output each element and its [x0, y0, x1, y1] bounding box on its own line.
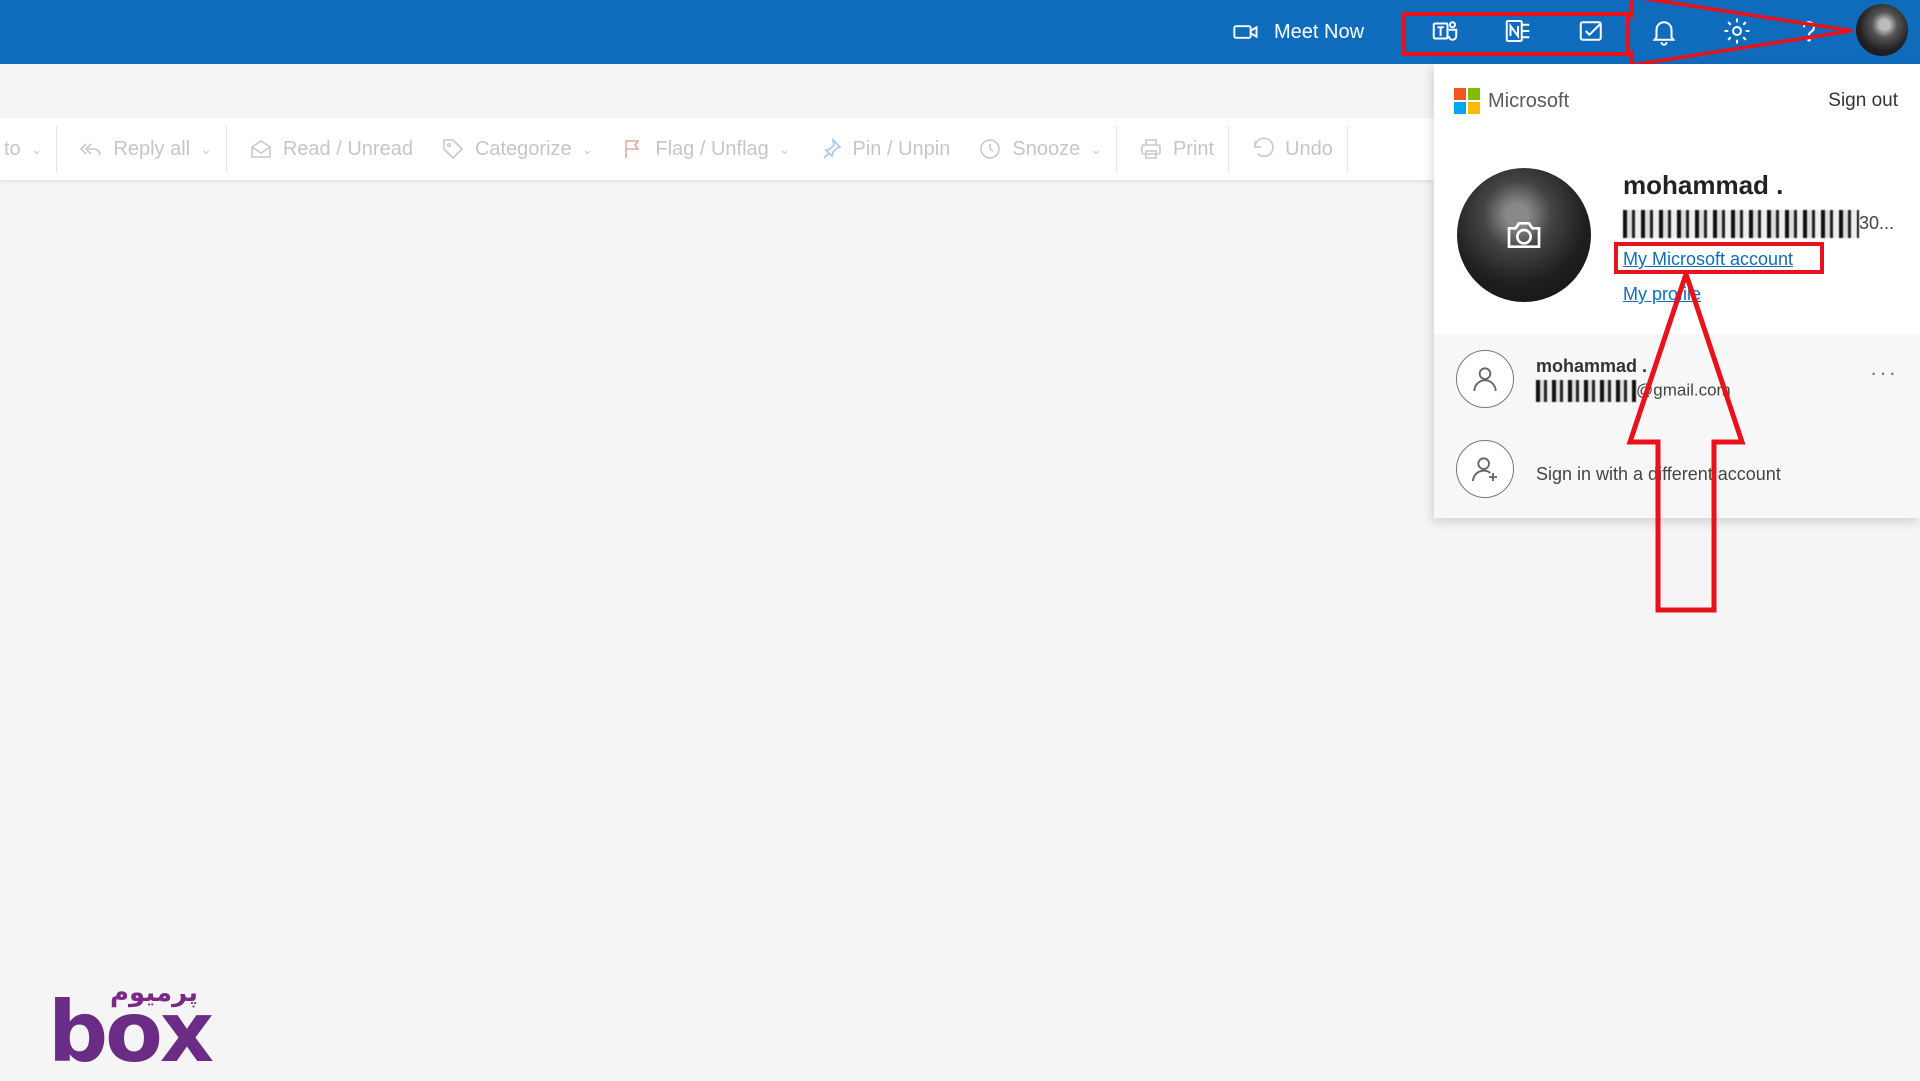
- annotation-arrow-up: [1626, 270, 1746, 613]
- undo-icon: [1254, 137, 1274, 158]
- toolbar-item-to[interactable]: to ⌄: [0, 118, 56, 180]
- reply-all-button[interactable]: Reply all ⌄: [57, 118, 225, 180]
- person-add-icon: [1472, 457, 1497, 482]
- chevron-down-icon: ⌄: [581, 140, 594, 157]
- redacted-scribble: [1536, 380, 1636, 402]
- account-avatar-button[interactable]: [1856, 4, 1908, 56]
- meet-now-button[interactable]: Meet Now: [1232, 0, 1364, 64]
- envelope-icon: [251, 140, 271, 158]
- add-account-avatar: [1456, 440, 1514, 498]
- print-button[interactable]: Print: [1117, 118, 1228, 180]
- print-icon: [1141, 139, 1161, 159]
- camera-icon: [1507, 222, 1541, 248]
- annotation-box-header: [1402, 12, 1630, 56]
- command-toolbar: to ⌄ Reply all ⌄ Read / Unread Categoriz…: [0, 118, 1434, 180]
- sign-out-button[interactable]: Sign out: [1828, 90, 1898, 112]
- chevron-down-icon: ⌄: [30, 140, 43, 157]
- flag-unflag-button[interactable]: Flag / Unflag ⌄: [607, 118, 804, 180]
- chevron-down-icon: ⌄: [778, 140, 791, 157]
- profile-photo-button[interactable]: [1457, 168, 1591, 302]
- video-camera-icon: [1233, 25, 1258, 39]
- pin-icon: [822, 137, 841, 159]
- annotation-arrow-right: [1626, 0, 1853, 68]
- categorize-button[interactable]: Categorize ⌄: [427, 118, 607, 180]
- more-options-icon[interactable]: ···: [1870, 360, 1898, 386]
- pin-unpin-button[interactable]: Pin / Unpin: [805, 118, 965, 180]
- account-email: 30...: [1623, 210, 1894, 238]
- snooze-button[interactable]: Snooze ⌄: [964, 118, 1116, 180]
- microsoft-brand: Microsoft: [1454, 88, 1569, 114]
- redacted-scribble: [1623, 210, 1859, 238]
- microsoft-logo-icon: [1454, 88, 1480, 114]
- read-unread-button[interactable]: Read / Unread: [227, 118, 427, 180]
- meet-now-label: Meet Now: [1274, 20, 1365, 43]
- other-account-avatar: [1456, 350, 1514, 408]
- undo-button[interactable]: Undo: [1229, 118, 1347, 180]
- person-icon: [1473, 367, 1497, 392]
- chevron-down-icon: ⌄: [200, 140, 212, 157]
- toolbar-divider: [1346, 126, 1348, 172]
- header-strip: [0, 64, 1434, 118]
- chevron-down-icon: ⌄: [1090, 140, 1102, 157]
- tag-icon: [443, 139, 464, 160]
- flag-icon: [625, 140, 640, 158]
- reply-all-icon: [80, 143, 102, 156]
- account-name: mohammad .: [1623, 170, 1784, 200]
- clock-icon: [980, 139, 1001, 159]
- watermark-logo: box: [48, 983, 214, 1081]
